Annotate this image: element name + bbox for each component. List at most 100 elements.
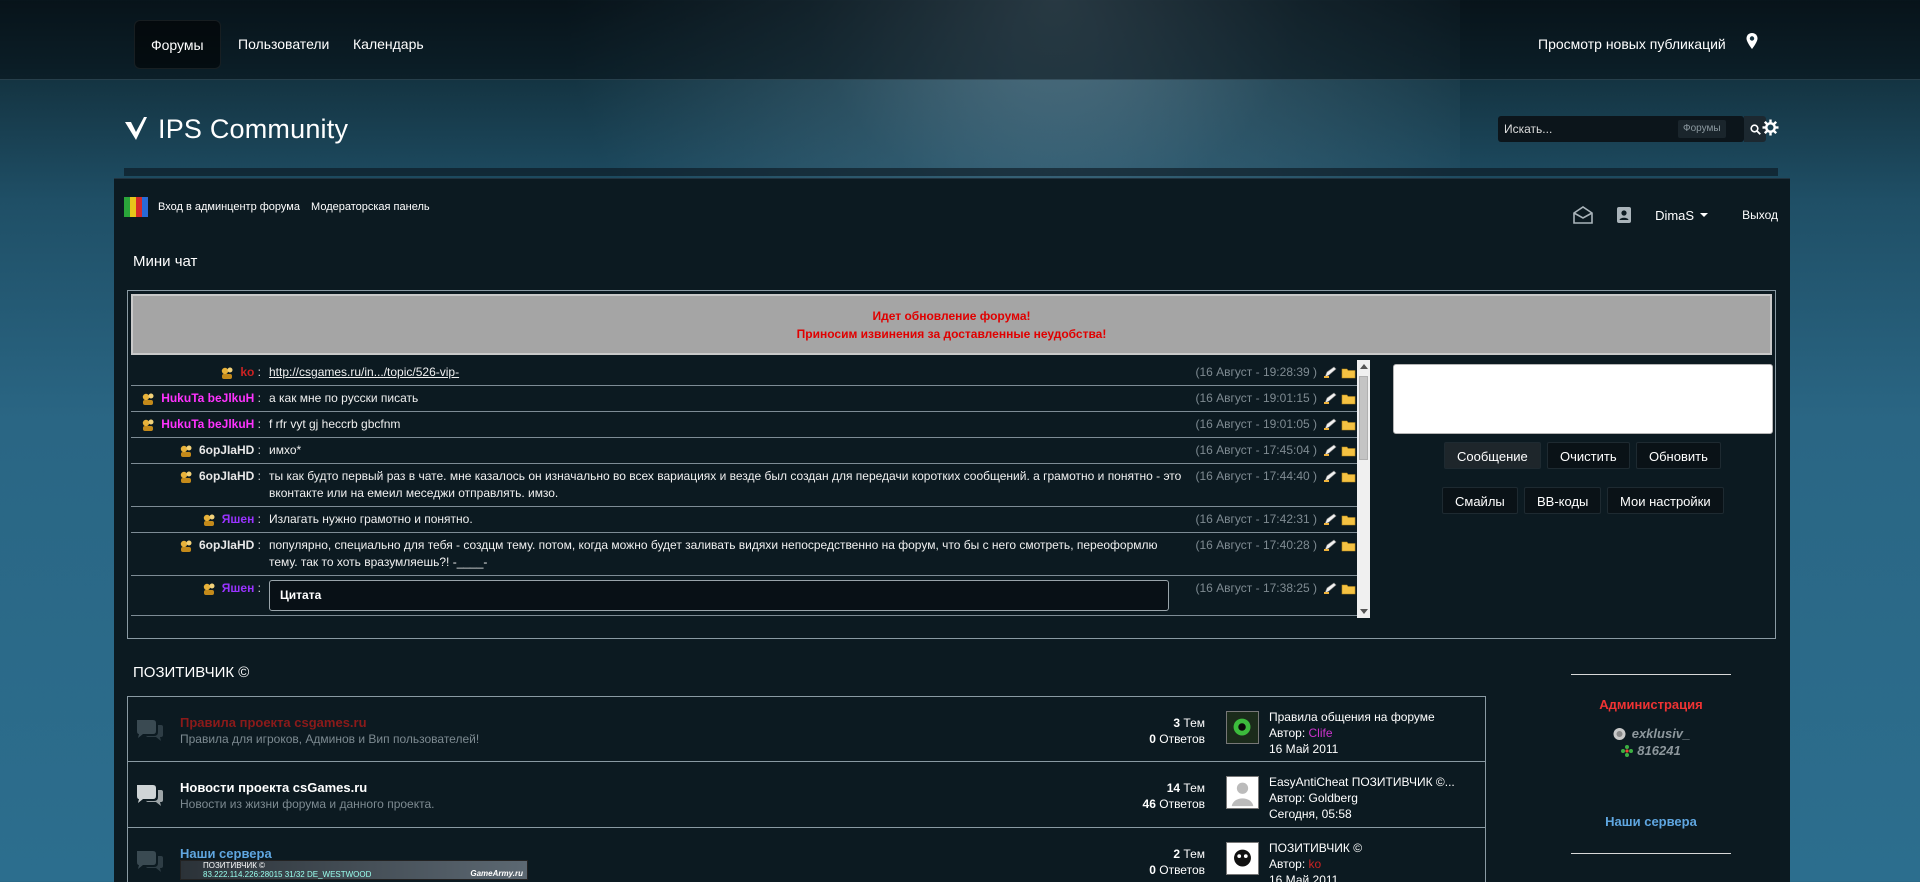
scroll-up-icon[interactable]: [1360, 364, 1368, 369]
chat-author-name[interactable]: ko: [240, 364, 254, 381]
edit-icon[interactable]: [1323, 444, 1338, 457]
chat-message-row: 6орJIaHD : имхо* (16 Август - 17:45:04 ): [131, 438, 1361, 464]
last-post-title[interactable]: ПОЗИТИВЧИК ©: [1269, 840, 1362, 856]
last-poster-avatar[interactable]: [1226, 711, 1259, 744]
chevron-down-icon[interactable]: [1700, 213, 1709, 217]
notice-line-2: Приносим извинения за доставленные неудо…: [796, 327, 1107, 341]
messenger-icon[interactable]: [1573, 206, 1593, 224]
header-divider: [124, 168, 1778, 176]
edit-icon[interactable]: [1323, 470, 1338, 483]
admin-user-entry[interactable]: exklusiv_: [1542, 726, 1760, 741]
chat-actions: [1317, 511, 1361, 528]
admin-links: Вход в админцентр форума Модераторская п…: [158, 201, 438, 213]
server-banner[interactable]: ПОЗИТИВЧИК © 83.222.114.226:28015 31/32 …: [180, 860, 528, 880]
chat-scrollbar[interactable]: [1357, 360, 1370, 618]
chat-message-list[interactable]: ko : http://csgames.ru/in.../topic/526-v…: [131, 360, 1361, 618]
user-group-icon: [203, 583, 215, 595]
forum-title-link[interactable]: Правила проекта csgames.ru: [180, 715, 367, 730]
bbcodes-button[interactable]: BB-коды: [1524, 487, 1602, 514]
chat-message-body: f rfr vyt gj heccrb gbcfnm: [265, 416, 1183, 433]
notifications-icon[interactable]: [1614, 206, 1634, 224]
forum-title-link[interactable]: Наши сервера: [180, 846, 272, 861]
avatar-icon: [1613, 727, 1626, 740]
map-pin-icon[interactable]: [1744, 32, 1760, 50]
search-box: Форумы: [1498, 116, 1766, 142]
chat-author-name[interactable]: Яшен: [222, 580, 255, 597]
admin-icq-entry: 816241: [1542, 743, 1760, 758]
last-post-title[interactable]: EasyAntiCheat ПОЗИТИВЧИК ©...: [1269, 774, 1455, 790]
minichat-box: Идет обновление форума! Приносим извинен…: [127, 290, 1776, 639]
chat-message-text: Излагать нужно грамотно и понятно.: [269, 512, 473, 526]
tab-forums[interactable]: Форумы: [134, 20, 221, 69]
replies-count: 46: [1142, 797, 1156, 811]
last-poster-avatar[interactable]: [1226, 776, 1259, 809]
chat-author-name[interactable]: 6орJIaHD: [199, 468, 254, 485]
folder-icon[interactable]: [1341, 513, 1356, 526]
edit-icon[interactable]: [1323, 392, 1338, 405]
chat-message-body: популярно, специально для тебя - создцм …: [265, 537, 1183, 571]
avatar-icon: [1227, 712, 1258, 743]
chat-author-name[interactable]: 6орJIaHD: [199, 537, 254, 554]
chat-message-input[interactable]: [1393, 364, 1773, 434]
last-post-author[interactable]: Goldberg: [1309, 791, 1358, 805]
chat-message-body: а как мне по русски писать: [265, 390, 1183, 407]
chat-timestamp: (16 Август - 17:38:25 ): [1195, 581, 1318, 595]
last-author-label: Автор:: [1269, 857, 1306, 871]
avatar-icon: [1227, 777, 1258, 808]
edit-icon[interactable]: [1323, 539, 1338, 552]
admin-cp-icon[interactable]: [124, 197, 148, 217]
chat-author-name[interactable]: Яшен: [222, 511, 255, 528]
scrollbar-thumb[interactable]: [1359, 376, 1368, 460]
folder-icon[interactable]: [1341, 366, 1356, 379]
scroll-down-icon[interactable]: [1360, 609, 1368, 614]
edit-icon[interactable]: [1323, 418, 1338, 431]
user-menu[interactable]: DimaS: [1655, 208, 1694, 223]
chat-message-link[interactable]: http://csgames.ru/in.../topic/526-vip-: [269, 365, 459, 379]
sidebar-servers-title[interactable]: Наши сервера: [1542, 814, 1760, 829]
chat-author-name[interactable]: 6орJIaHD: [199, 442, 254, 459]
folder-icon[interactable]: [1341, 539, 1356, 552]
last-poster-avatar[interactable]: [1226, 842, 1259, 875]
folder-icon[interactable]: [1341, 418, 1356, 431]
topics-count: 14: [1166, 781, 1181, 795]
edit-icon[interactable]: [1323, 366, 1338, 379]
chat-author-name[interactable]: HukuTa beJlkuH: [161, 390, 254, 407]
last-post-author[interactable]: ko: [1309, 857, 1322, 871]
folder-icon[interactable]: [1341, 444, 1356, 457]
gear-icon[interactable]: [1762, 119, 1779, 136]
refresh-button[interactable]: Обновить: [1636, 442, 1721, 469]
tab-calendar[interactable]: Календарь: [337, 20, 440, 69]
view-new-posts-link[interactable]: Просмотр новых публикаций: [1522, 20, 1742, 69]
last-post-author[interactable]: Clife: [1309, 726, 1333, 740]
moderator-panel-link[interactable]: Модераторская панель: [311, 201, 430, 213]
search-scope[interactable]: Форумы: [1678, 120, 1726, 138]
replies-label: Ответов: [1159, 863, 1205, 877]
forum-row: Новости проекта csGames.ru Новости из жи…: [127, 762, 1486, 828]
chat-message-text: имхо*: [269, 443, 302, 457]
edit-icon[interactable]: [1323, 513, 1338, 526]
chat-author: HukuTa beJlkuH :: [131, 390, 265, 407]
folder-icon[interactable]: [1341, 470, 1356, 483]
replies-label: Ответов: [1159, 797, 1205, 811]
edit-icon[interactable]: [1323, 582, 1338, 595]
tab-users[interactable]: Пользователи: [222, 20, 345, 69]
folder-icon[interactable]: [1341, 392, 1356, 405]
smilies-button[interactable]: Смайлы: [1442, 487, 1518, 514]
chat-actions: [1317, 468, 1361, 502]
chat-message-body: http://csgames.ru/in.../topic/526-vip-: [265, 364, 1183, 381]
forum-title-link[interactable]: Новости проекта csGames.ru: [180, 780, 367, 795]
admin-user-name[interactable]: exklusiv_: [1632, 726, 1691, 741]
logout-link[interactable]: Выход: [1742, 208, 1778, 222]
chat-author-name[interactable]: HukuTa beJlkuH: [161, 416, 254, 433]
search-input[interactable]: [1498, 122, 1668, 136]
admin-cp-link[interactable]: Вход в админцентр форума: [158, 201, 300, 213]
chat-message-row: Яшен : Излагать нужно грамотно и понятно…: [131, 507, 1361, 533]
clear-button[interactable]: Очистить: [1547, 442, 1630, 469]
send-message-button[interactable]: Сообщение: [1444, 442, 1541, 469]
user-group-icon: [180, 445, 192, 457]
my-settings-button[interactable]: Мои настройки: [1607, 487, 1724, 514]
folder-icon[interactable]: [1341, 582, 1356, 595]
site-logo[interactable]: IPS Community: [124, 112, 348, 146]
last-post-title[interactable]: Правила общения на форуме: [1269, 709, 1435, 725]
last-post-info: ПОЗИТИВЧИК © Автор: ko 16 Май 2011: [1269, 840, 1362, 882]
